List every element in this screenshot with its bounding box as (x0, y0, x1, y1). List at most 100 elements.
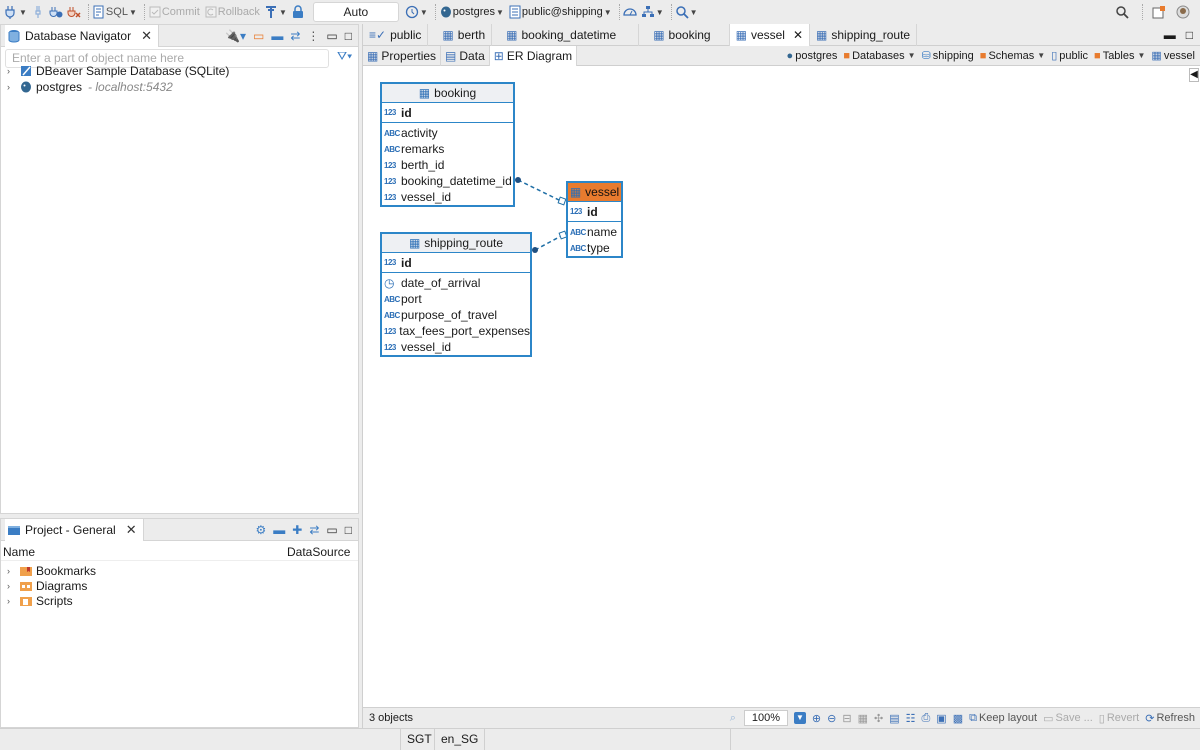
database-navigator-tab[interactable]: Database Navigator ✕ (5, 24, 159, 47)
close-icon[interactable]: ✕ (126, 522, 137, 538)
zoom-search-icon[interactable]: ⌕ (730, 712, 736, 725)
close-icon[interactable]: ✕ (793, 28, 803, 42)
sql-editor-button[interactable]: SQL ▼ (92, 2, 137, 22)
layout-icon[interactable]: ✣ (874, 712, 883, 725)
transaction-log-button[interactable]: ▼ (405, 2, 428, 22)
tab-vessel[interactable]: ▦ vessel ✕ (729, 24, 811, 46)
refresh-button[interactable]: ⟳ Refresh (1145, 712, 1200, 725)
crumb-schemas[interactable]: ■ Schemas ▼ (980, 50, 1045, 62)
maximize-icon[interactable]: □ (1186, 28, 1193, 42)
minimize-icon[interactable]: ▭ (326, 523, 337, 537)
arrange-icon[interactable]: ⊟ (842, 712, 851, 725)
tree-item-sample-db[interactable]: › DBeaver Sample Database (SQLite) (7, 63, 229, 79)
zoom-out-icon[interactable]: ⊖ (827, 712, 836, 725)
view-menu-icon[interactable]: ⋮ (307, 29, 319, 43)
maximize-icon[interactable]: □ (345, 29, 352, 43)
tab-booking-datetime[interactable]: ▦ booking_datetime (492, 24, 640, 46)
disconnect-button[interactable] (67, 2, 81, 22)
transaction-mode-field[interactable]: Auto (312, 2, 399, 22)
er-table-shipping-route[interactable]: ▦ shipping_route 123 id ◷ date_of_arrival… (380, 232, 532, 357)
project-item-scripts[interactable]: › Scripts (7, 593, 73, 609)
er-column[interactable]: 123 tax_fees_port_expenses (382, 323, 530, 339)
new-connection-button[interactable]: ▼ (4, 2, 27, 22)
er-column[interactable]: ABC activity (382, 125, 513, 141)
open-perspective-button[interactable] (1152, 2, 1166, 22)
filter-icon[interactable]: ⛛▾ (337, 49, 352, 64)
er-column[interactable]: 123 vessel_id (382, 189, 513, 205)
subtab-properties[interactable]: ▦ Properties (363, 45, 442, 66)
project-tab[interactable]: Project - General ✕ (5, 518, 144, 541)
grid-icon[interactable]: ▦ (858, 712, 868, 725)
crumb-vessel[interactable]: ▦ vessel (1151, 49, 1195, 63)
tab-booking[interactable]: ▦ booking (639, 24, 730, 46)
collapse-all-icon[interactable]: ▬ (273, 523, 285, 537)
er-column[interactable]: 123 booking_datetime_id (382, 173, 513, 189)
chevron-right-icon[interactable]: › (7, 566, 19, 576)
chevron-right-icon[interactable]: › (7, 596, 19, 606)
transaction-mode-button[interactable]: ▼ (264, 2, 287, 22)
save-button[interactable]: ▭ Save ... (1043, 712, 1093, 725)
active-datasource-selector[interactable]: postgres ▼ (439, 2, 504, 22)
column-header-datasource[interactable]: DataSource (287, 545, 350, 559)
link-with-editor-icon[interactable]: ⇄ (309, 523, 319, 537)
project-item-bookmarks[interactable]: › Bookmarks (7, 563, 96, 579)
er-table-booking[interactable]: ▦ booking 123 id ABC activity ABC remarks 12… (380, 82, 515, 207)
print-icon[interactable]: ⎙ (921, 712, 930, 725)
zoom-level-field[interactable]: 100% (743, 710, 788, 726)
lock-button[interactable] (291, 2, 305, 22)
column-header-name[interactable]: Name (1, 545, 35, 559)
tree-view-button[interactable]: ▼ (641, 2, 664, 22)
crumb-public[interactable]: ▯ public (1051, 49, 1088, 63)
active-schema-selector[interactable]: public@shipping ▼ (508, 2, 612, 22)
tab-berth[interactable]: ▦ berth (428, 24, 493, 46)
add-icon[interactable]: ✚ (292, 523, 302, 537)
er-primary-key[interactable]: 123 id (382, 253, 530, 273)
chevron-right-icon[interactable]: › (7, 82, 19, 92)
dashboard-button[interactable] (623, 2, 637, 22)
er-column[interactable]: ABC remarks (382, 141, 513, 157)
subtab-er-diagram[interactable]: ⊞ ER Diagram (489, 45, 578, 66)
export-image-icon[interactable]: ▣ (936, 712, 946, 725)
er-primary-key[interactable]: 123 id (382, 103, 513, 123)
er-column[interactable]: 123 berth_id (382, 157, 513, 173)
er-column[interactable]: ABC purpose_of_travel (382, 307, 530, 323)
chevron-right-icon[interactable]: › (7, 581, 19, 591)
tab-public[interactable]: ≡✓ public (363, 24, 429, 46)
chevron-right-icon[interactable]: › (7, 66, 19, 76)
er-primary-key[interactable]: 123 id (568, 202, 621, 222)
crumb-tables[interactable]: ■ Tables ▼ (1094, 50, 1145, 62)
new-folder-icon[interactable]: ▭ (253, 29, 264, 43)
project-item-diagrams[interactable]: › Diagrams (7, 578, 87, 594)
er-column[interactable]: ABC port (382, 291, 530, 307)
new-connection-icon[interactable]: 🔌▾ (225, 29, 246, 43)
er-column[interactable]: ABC name (568, 224, 621, 240)
crumb-databases[interactable]: ■ Databases ▼ (843, 50, 915, 62)
notes-icon[interactable]: ▤ (889, 712, 899, 725)
tab-shipping-route[interactable]: ▦ shipping_route (810, 24, 918, 46)
subtab-data[interactable]: ▤ Data (441, 45, 490, 66)
connect-button[interactable] (31, 2, 45, 22)
gear-icon[interactable]: ⚙ (256, 523, 267, 537)
er-column[interactable]: ABC type (568, 240, 621, 256)
er-column[interactable]: 123 vessel_id (382, 339, 530, 355)
link-with-editor-icon[interactable]: ⇄ (290, 29, 300, 43)
zoom-dropdown-button[interactable]: ▼ (793, 712, 806, 724)
keep-layout-button[interactable]: ⧉ Keep layout (969, 712, 1037, 725)
minimize-icon[interactable]: ▬ (1164, 28, 1176, 42)
revert-button[interactable]: ▯ Revert (1099, 712, 1139, 725)
tree-item-postgres[interactable]: › postgres - localhost:5432 (7, 79, 173, 95)
global-search-button[interactable] (1115, 2, 1129, 22)
invalidate-button[interactable] (49, 2, 63, 22)
attributes-icon[interactable]: ☷ (906, 712, 916, 725)
close-icon[interactable]: ✕ (141, 28, 152, 44)
er-column[interactable]: ◷ date_of_arrival (382, 275, 530, 291)
search-button[interactable]: ▼ (675, 2, 698, 22)
configure-icon[interactable]: ▩ (953, 712, 963, 725)
crumb-shipping[interactable]: ⛁ shipping (922, 49, 974, 63)
commit-button[interactable]: Commit (148, 2, 200, 22)
dbeaver-perspective-button[interactable] (1176, 2, 1190, 22)
crumb-postgres[interactable]: ● postgres (787, 50, 838, 62)
rollback-button[interactable]: Rollback (204, 2, 260, 22)
palette-toggle-icon[interactable]: ◀ (1189, 68, 1199, 82)
maximize-icon[interactable]: □ (345, 523, 352, 537)
